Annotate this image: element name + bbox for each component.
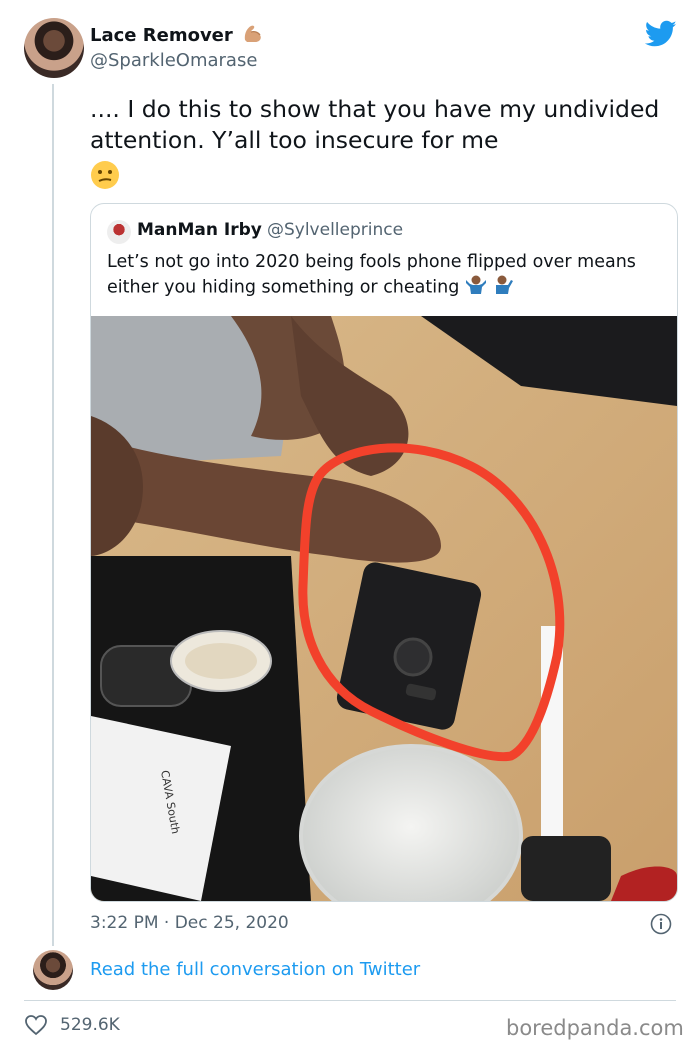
quoted-tweet-photo[interactable]: CAVA South [91,316,677,901]
read-full-conversation-link[interactable]: Read the full conversation on Twitter [90,959,420,980]
author-avatar[interactable] [24,18,84,78]
divider [24,1000,676,1001]
twitter-bird-icon[interactable] [644,20,677,48]
man-shrugging-icon [465,274,487,301]
quoted-author-handle: @Sylvelleprince [266,220,404,240]
watermark: boredpanda.com [506,1016,684,1040]
heart-icon [24,1014,48,1036]
like-count: 529.6K [60,1015,120,1035]
quoted-author-name: ManMan Irby [137,220,262,240]
flexed-biceps-icon [241,22,265,48]
info-icon[interactable] [650,913,672,935]
tweet-text: .... I do this to show that you have my … [90,94,680,190]
tweet-timestamp[interactable]: 3:22 PM · Dec 25, 2020 [90,913,289,933]
author-name[interactable]: Lace Remover [90,25,233,46]
thread-line [52,84,54,946]
author-name-row[interactable]: Lace Remover [90,22,265,48]
quoted-author-row: ManMan Irby @Sylvelleprince [137,220,403,240]
quoted-avatar [107,220,131,244]
confused-face-icon [90,160,120,190]
quoted-tweet-body: Let’s not go into 2020 being fools phone… [107,252,636,298]
like-button[interactable]: 529.6K [24,1014,120,1036]
man-tipping-hand-icon [492,274,514,301]
reply-avatar [33,950,73,990]
author-handle[interactable]: @SparkleOmarase [90,50,257,71]
photo-illustration: CAVA South [91,316,677,901]
tweet-text-body: .... I do this to show that you have my … [90,95,660,154]
quoted-tweet-text: Let’s not go into 2020 being fools phone… [107,250,647,301]
quoted-tweet-card[interactable]: ManMan Irby @Sylvelleprince Let’s not go… [90,203,678,902]
